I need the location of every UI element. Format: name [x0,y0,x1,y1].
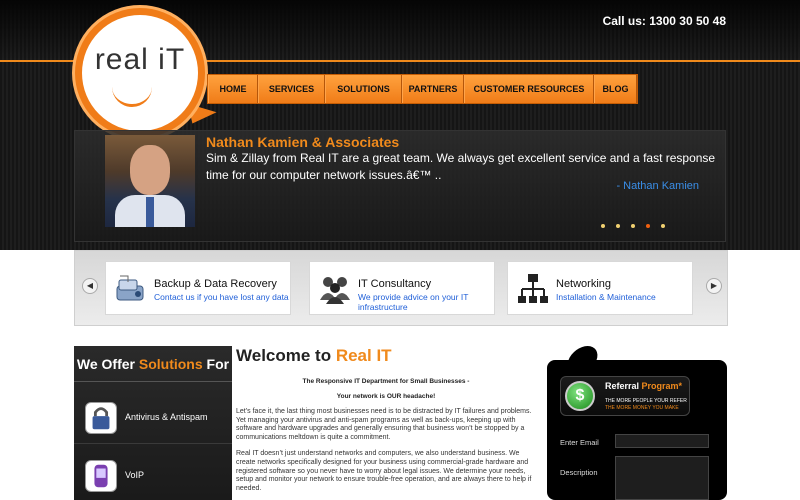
service-subtitle[interactable]: We provide advice on your IT infrastruct… [358,292,494,312]
backup-drive-icon [116,275,144,301]
service-subtitle[interactable]: Contact us if you have lost any data [154,292,289,302]
service-subtitle[interactable]: Installation & Maintenance [556,292,656,302]
service-title: Networking [556,278,612,290]
slider-dot-3[interactable] [631,224,635,228]
service-title: IT Consultancy [358,278,432,290]
slider-dot-4[interactable] [646,224,650,228]
referral-line-1: THE MORE PEOPLE YOUR REFER [605,398,687,404]
email-label: Enter Email [560,438,599,447]
service-card-consultancy[interactable]: IT Consultancy We provide advice on your… [309,261,495,315]
solution-label: VoIP [125,470,145,480]
nav-blog[interactable]: BLOG [594,75,637,103]
site-logo[interactable]: real iT [72,5,218,145]
solution-label: Antivirus & Antispam [125,412,208,422]
dollar-icon: $ [565,381,595,411]
service-card-networking[interactable]: Networking Installation & Maintenance [507,261,693,315]
service-title: Backup & Data Recovery [154,278,277,290]
nav-customer-resources[interactable]: CUSTOMER RESOURCES [464,75,594,103]
referral-line-2: THE MORE MONEY YOU MAKE [605,405,679,411]
referral-program-badge[interactable]: $ Referral Program* THE MORE PEOPLE YOUR… [560,376,690,416]
testimonial-quote: Sim & Zillay from Real IT are a great te… [206,151,716,182]
services-carousel: ◀ Backup & Data Recovery Contact us if y… [74,250,728,326]
referral-title: Referral Program* [605,381,683,391]
solutions-heading: We Offer Solutions For [74,346,232,382]
email-field[interactable] [615,434,709,448]
solutions-sidebar: We Offer Solutions For Antivirus & Antis… [74,346,232,500]
slider-dot-1[interactable] [601,224,605,228]
call-us-text: Call us: 1300 30 50 48 [602,14,726,28]
tagline: The Responsive IT Department for Small B… [302,378,470,385]
phone-icon [85,460,117,492]
nav-home[interactable]: HOME [208,75,258,103]
testimonial-photo [105,135,195,227]
testimonial-slider: Nathan Kamien & Associates Sim & Zillay … [74,130,726,242]
description-field[interactable] [615,456,709,500]
solution-item-antivirus[interactable]: Antivirus & Antispam [74,392,232,444]
referral-panel: $ Referral Program* THE MORE PEOPLE YOUR… [547,360,727,500]
slider-dot-5[interactable] [661,224,665,228]
solution-item-voip[interactable]: VoIP [74,450,232,500]
testimonial-name: Nathan Kamien & Associates [206,134,400,150]
description-label: Description [560,468,598,477]
tagline-headache: Your network is OUR headache! [336,393,436,400]
carousel-prev-icon[interactable]: ◀ [82,278,98,294]
welcome-heading: Welcome to Real IT [236,346,392,365]
padlock-icon [85,402,117,434]
intro-paragraph-1: Let’s face it, the last thing most busin… [236,408,532,441]
main-nav: HOME SERVICES SOLUTIONS PARTNERS CUSTOME… [207,74,638,104]
logo-text: real iT [94,43,186,76]
intro-paragraph-2: Real IT doesn’t just understand networks… [236,450,532,492]
nav-services[interactable]: SERVICES [258,75,325,103]
main-content: Welcome to Real IT The Responsive IT Dep… [236,346,536,500]
slider-dot-2[interactable] [616,224,620,228]
slider-dots [601,224,665,228]
service-card-backup[interactable]: Backup & Data Recovery Contact us if you… [105,261,291,315]
nav-solutions[interactable]: SOLUTIONS [325,75,402,103]
carousel-next-icon[interactable]: ▶ [706,278,722,294]
testimonial-author: - Nathan Kamien [616,180,699,192]
network-icon [518,274,548,303]
people-icon [320,277,350,304]
nav-partners[interactable]: PARTNERS [402,75,464,103]
